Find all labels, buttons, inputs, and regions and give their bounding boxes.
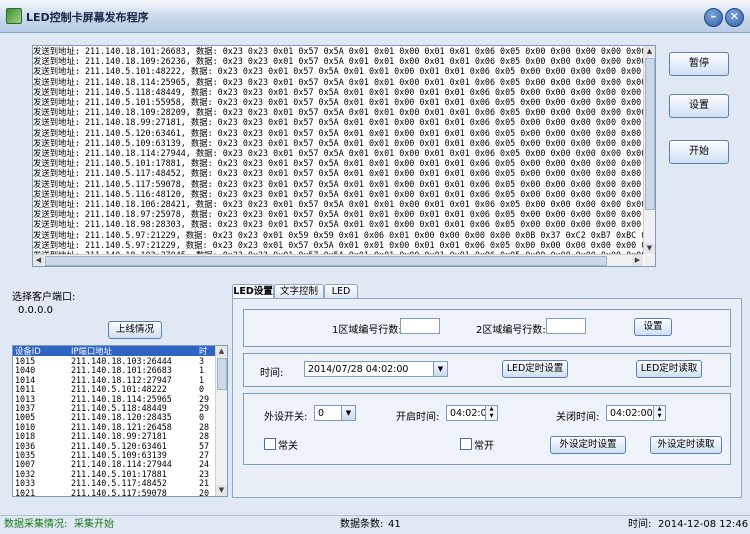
log-line: 发送到地址: 211.140.5.116:48120, 数据: 0x23 0x2… [33, 188, 643, 199]
log-line: 发送到地址: 211.140.18.114:27944, 数据: 0x23 0x… [33, 148, 643, 159]
log-line: 发送到地址: 211.140.5.118:48449, 数据: 0x23 0x2… [33, 86, 643, 97]
scroll-down-arrow-icon[interactable]: ▼ [644, 243, 655, 254]
status-time-label: 时间: [628, 519, 652, 530]
led-timer-group: 时间: 2014/07/28 04:02:00 ▼ LED定时设置 LED定时读… [243, 353, 731, 387]
device-list[interactable]: 设备ID IP端口地址 时间 1015 211.140.18.103:26444 3… [12, 345, 228, 497]
log-line: 发送到地址: 211.140.5.97:21229, 数据: 0x23 0x23… [33, 239, 643, 250]
log-line: 发送到地址: 211.140.18.99:27181, 数据: 0x23 0x2… [33, 117, 643, 128]
calendar-dropdown-icon[interactable]: ▼ [433, 362, 447, 376]
tab-text-control[interactable]: 文字控制 [274, 284, 324, 299]
ip-port-cell: 211.140.5.117:59078 [71, 487, 167, 497]
device-list-scrollbar[interactable]: ▲ ▼ [215, 346, 227, 496]
log-lines: 发送到地址: 211.140.18.101:26683, 数据: 0x23 0x… [33, 46, 643, 254]
log-line: 发送到地址: 211.140.18.101:26683, 数据: 0x23 0x… [33, 46, 643, 56]
ext-timer-read-button[interactable]: 外设定时读取 [650, 436, 722, 454]
status-bar: 数据采集情况: 采集开始 数据条数: 41 时间: 2014-12-08 12:… [0, 515, 750, 534]
settings-button[interactable]: 设置 [669, 94, 729, 118]
always-off-checkbox[interactable] [264, 438, 276, 450]
scroll-thumb[interactable] [645, 58, 655, 210]
time-picker[interactable]: 2014/07/28 04:02:00 ▼ [304, 361, 448, 377]
close-time-value: 04:02:00 [610, 408, 653, 419]
log-line: 发送到地址: 211.140.18.114:25965, 数据: 0x23 0x… [33, 76, 643, 87]
time-value: 2014/07/28 04:02:00 [308, 364, 409, 375]
zone1-rows-input[interactable] [400, 318, 440, 334]
log-line: 发送到地址: 211.140.5.117:48452, 数据: 0x23 0x2… [33, 168, 643, 179]
log-line: 发送到地址: 211.140.5.101:17881, 数据: 0x23 0x2… [33, 158, 643, 169]
led-settings-panel: 1区域编号行数: 2区域编号行数: 设置 时间: 2014/07/28 04:0… [232, 298, 742, 498]
status-time-value: 2014-12-08 12:46 ... [658, 519, 750, 530]
send-log-textarea[interactable]: 发送到地址: 211.140.18.101:26683, 数据: 0x23 0x… [32, 45, 656, 267]
scroll-up-arrow-icon[interactable]: ▲ [644, 46, 655, 57]
minimize-button[interactable]: – [704, 8, 723, 27]
start-button[interactable]: 开始 [669, 140, 729, 164]
device-row[interactable]: 1021 211.140.5.117:59078 20 [13, 487, 215, 497]
switch-select[interactable]: 0 ▼ [314, 405, 356, 421]
pause-button[interactable]: 暂停 [669, 52, 729, 76]
log-line: 发送到地址: 211.140.5.101:55958, 数据: 0x23 0x2… [33, 97, 643, 108]
log-line: 发送到地址: 211.140.5.117:59078, 数据: 0x23 0x2… [33, 178, 643, 189]
client-port-value: 0.0.0.0 [18, 305, 53, 316]
always-on-label: 常开 [474, 441, 494, 452]
close-button[interactable]: ✕ [725, 8, 744, 27]
close-time-spin-icon[interactable]: ▲ ▼ [653, 406, 665, 420]
always-on-checkbox[interactable] [460, 438, 472, 450]
zone2-rows-input[interactable] [546, 318, 586, 334]
time-cell: 20 [199, 487, 210, 497]
always-off-label: 常关 [278, 441, 298, 452]
log-line: 发送到地址: 211.140.5.101:48222, 数据: 0x23 0x2… [33, 66, 643, 77]
online-status-button[interactable]: 上线情况 [108, 321, 162, 339]
list-scroll-thumb[interactable] [217, 358, 227, 390]
log-line: 发送到地址: 211.140.18.106:28421, 数据: 0x23 0x… [33, 199, 643, 210]
app-icon [6, 8, 22, 24]
switch-label: 外设开关: [264, 412, 308, 423]
log-line: 发送到地址: 211.140.18.109:26236, 数据: 0x23 0x… [33, 56, 643, 67]
header-device-id[interactable]: 设备ID [15, 346, 41, 356]
open-time-label: 开启时间: [396, 412, 440, 423]
log-line: 发送到地址: 211.140.18.97:25978, 数据: 0x23 0x2… [33, 209, 643, 220]
log-line: 发送到地址: 211.140.5.120:63461, 数据: 0x23 0x2… [33, 127, 643, 138]
collect-status-value: 采集开始 [74, 519, 114, 530]
list-scroll-down-icon[interactable]: ▼ [216, 485, 227, 496]
close-time-label: 关闭时间: [556, 412, 600, 423]
led-timer-set-button[interactable]: LED定时设置 [502, 360, 568, 378]
log-vertical-scrollbar[interactable]: ▲ ▼ [643, 46, 655, 254]
scroll-corner [644, 255, 655, 266]
device-id-cell: 1021 [15, 487, 36, 497]
led-timer-read-button[interactable]: LED定时读取 [636, 360, 702, 378]
hscroll-thumb[interactable] [45, 256, 607, 266]
title-bar: LED控制卡屏幕发布程序 – ✕ [0, 0, 750, 33]
zone-rows-group: 1区域编号行数: 2区域编号行数: 设置 [243, 309, 731, 347]
switch-value: 0 [318, 408, 325, 419]
switch-dropdown-icon[interactable]: ▼ [341, 406, 355, 420]
device-list-header: 设备ID IP端口地址 时间 [13, 346, 215, 366]
zone2-rows-label: 2区域编号行数: [476, 325, 546, 336]
close-time-spinner[interactable]: 04:02:00 ▲ ▼ [606, 405, 666, 421]
ext-timer-set-button[interactable]: 外设定时设置 [550, 436, 626, 454]
zone1-rows-label: 1区域编号行数: [332, 325, 402, 336]
header-ip-port[interactable]: IP端口地址 [71, 346, 112, 356]
log-line: 发送到地址: 211.140.5.109:63139, 数据: 0x23 0x2… [33, 137, 643, 148]
record-count-value: 41 [388, 519, 401, 530]
client-port-label: 选择客户端口: [12, 292, 76, 303]
tab-led[interactable]: LED [324, 284, 358, 299]
open-time-spin-icon[interactable]: ▲ ▼ [485, 406, 497, 420]
log-line: 发送到地址: 211.140.18.98:28303, 数据: 0x23 0x2… [33, 219, 643, 230]
log-horizontal-scrollbar[interactable]: ◀ ▶ [33, 254, 643, 266]
open-time-spinner[interactable]: 04:02:00 ▲ ▼ [446, 405, 498, 421]
window-title: LED控制卡屏幕发布程序 [26, 11, 149, 24]
record-count-label: 数据条数: [340, 519, 384, 530]
peripheral-group: 外设开关: 0 ▼ 开启时间: 04:02:00 ▲ ▼ 关闭时间: 04:02:… [243, 393, 731, 465]
list-scroll-up-icon[interactable]: ▲ [216, 346, 227, 357]
zone-set-button[interactable]: 设置 [634, 318, 672, 336]
log-line: 发送到地址: 211.140.18.109:28209, 数据: 0x23 0x… [33, 107, 643, 118]
log-line: 发送到地址: 211.140.5.97:21229, 数据: 0x23 0x23… [33, 229, 643, 240]
scroll-right-arrow-icon[interactable]: ▶ [632, 255, 643, 266]
time-label: 时间: [260, 368, 284, 379]
scroll-left-arrow-icon[interactable]: ◀ [33, 255, 44, 266]
collect-status-label: 数据采集情况: [4, 519, 68, 530]
